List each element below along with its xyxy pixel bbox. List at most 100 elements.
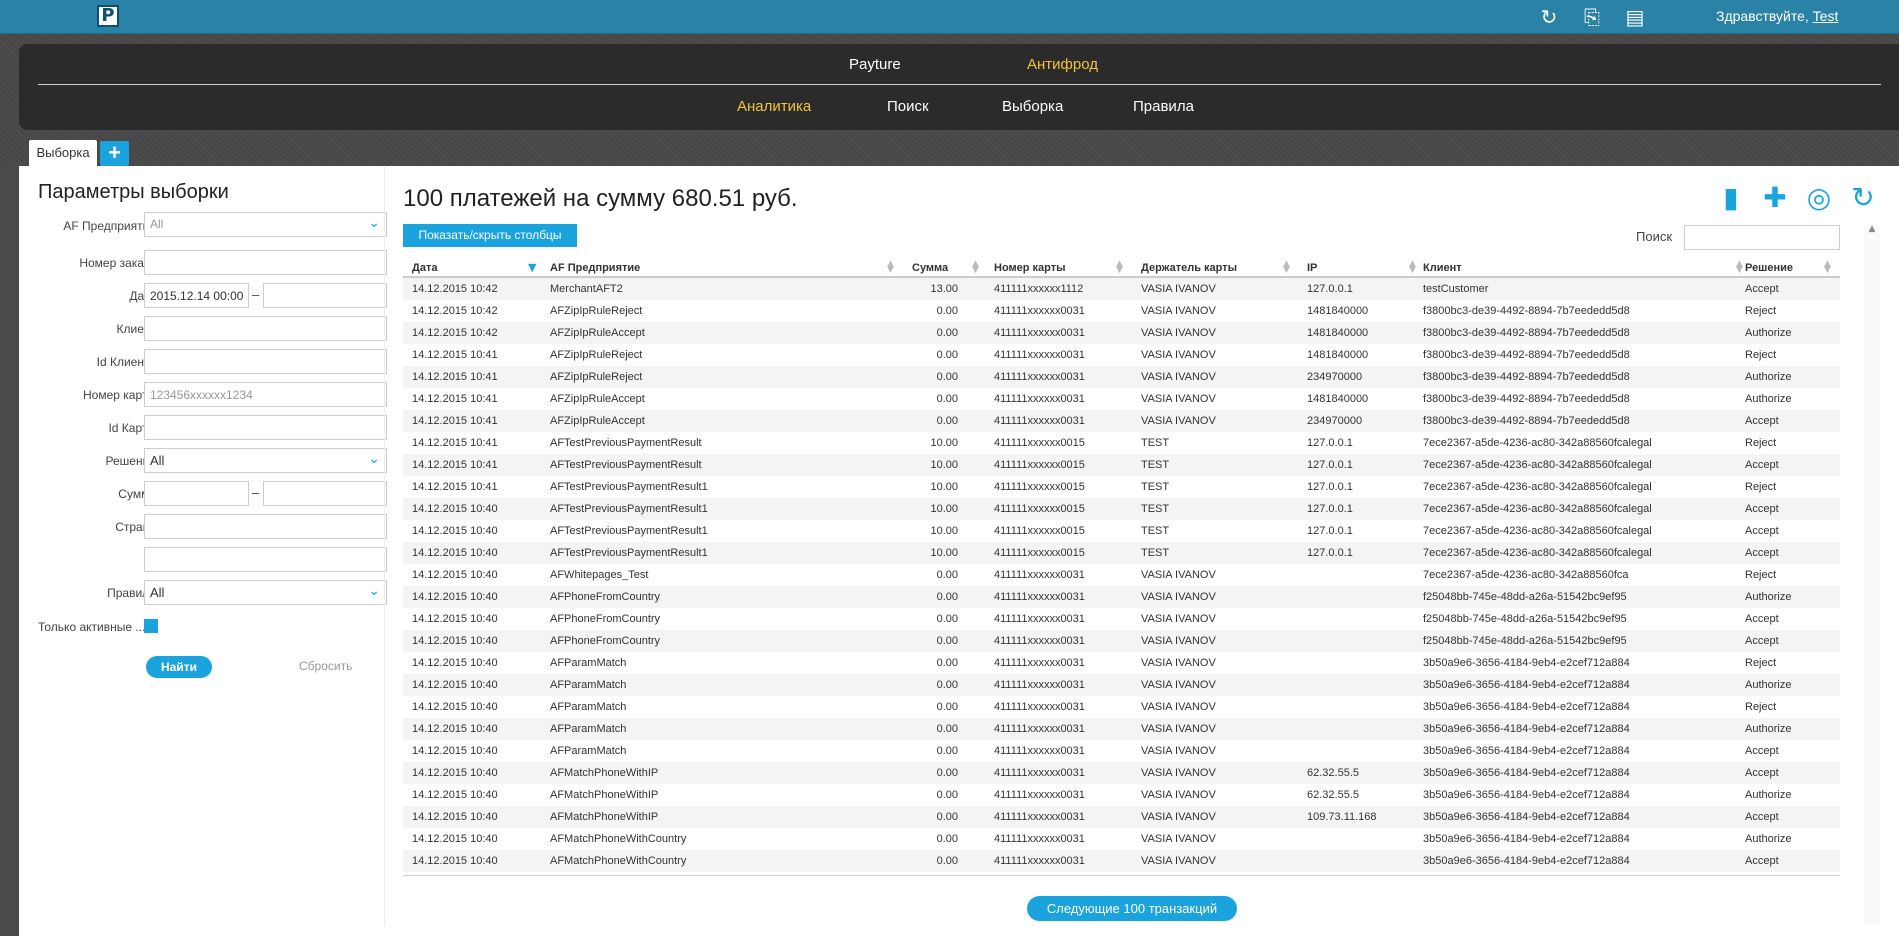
table-row[interactable]: 14.12.2015 10:41 AFTestPreviousPaymentRes… (403, 454, 1840, 476)
card-number-input[interactable]: 123456xxxxxx1234 (144, 382, 387, 407)
table-cell: 7ece2367-a5de-4236-ac80-342a88560fcalega… (1423, 503, 1652, 515)
table-row[interactable]: 14.12.2015 10:40 AFMatchPhoneWithCountry 0… (403, 850, 1840, 872)
table-row[interactable]: 14.12.2015 10:40 AFPhoneFromCountry 0.00 41… (403, 630, 1840, 652)
column-header[interactable]: IP (1307, 262, 1317, 274)
table-row[interactable]: 14.12.2015 10:40 AFParamMatch 0.00 411111xx… (403, 696, 1840, 718)
sort-icon[interactable]: ▲ ▼ (972, 260, 979, 275)
world-currency-icon[interactable]: ◎ (1802, 181, 1836, 215)
clipboard-icon[interactable]: ▤ (1623, 5, 1647, 29)
table-cell: MerchantAFT2 (550, 283, 623, 295)
table-cell: 411111xxxxxx0031 (994, 811, 1085, 823)
sort-icon[interactable]: ▲ ▼ (1409, 260, 1416, 275)
nav-payture[interactable]: Payture (849, 56, 901, 73)
table-row[interactable]: 14.12.2015 10:40 AFParamMatch 0.00 411111xx… (403, 718, 1840, 740)
country-input[interactable] (144, 514, 387, 539)
order-number-input[interactable] (144, 250, 387, 275)
page-scrollbar[interactable]: ▲ (1864, 224, 1880, 924)
table-row[interactable]: 14.12.2015 10:40 AFMatchPhoneWithIP 0.00 41… (403, 784, 1840, 806)
table-row[interactable]: 14.12.2015 10:40 AFPhoneFromCountry 0.00 41… (403, 586, 1840, 608)
table-row[interactable]: 14.12.2015 10:40 AFMatchPhoneWithIP 0.00 41… (403, 806, 1840, 828)
table-row[interactable]: 14.12.2015 10:41 AFZipIpRuleAccept 0.00 411… (403, 388, 1840, 410)
card-id-input[interactable] (144, 415, 387, 440)
table-cell: 14.12.2015 10:41 (412, 437, 498, 449)
table-row[interactable]: 14.12.2015 10:42 AFZipIpRuleReject 0.00 411… (403, 300, 1840, 322)
table-row[interactable]: 14.12.2015 10:40 AFTestPreviousPaymentRes… (403, 542, 1840, 564)
ip-input[interactable] (144, 547, 387, 572)
column-header[interactable]: Номер карты (994, 262, 1066, 274)
table-row[interactable]: 14.12.2015 10:42 AFZipIpRuleAccept 0.00 411… (403, 322, 1840, 344)
add-document-icon[interactable]: ⎘ (1580, 5, 1604, 29)
client-id-input[interactable] (144, 349, 387, 374)
table-row[interactable]: 14.12.2015 10:40 AFWhitepages_Test 0.00 411… (403, 564, 1840, 586)
table-row[interactable]: 14.12.2015 10:41 AFZipIpRuleReject 0.00 411… (403, 366, 1840, 388)
table-cell: 0.00 (936, 811, 958, 823)
column-header[interactable]: Клиент (1423, 262, 1462, 274)
table-row[interactable]: 14.12.2015 10:40 AFTestPreviousPaymentRes… (403, 520, 1840, 542)
sort-icon[interactable]: ▲ ▼ (1736, 260, 1743, 275)
table-row[interactable]: 14.12.2015 10:41 AFTestPreviousPaymentRes… (403, 432, 1840, 454)
table-cell: 7ece2367-a5de-4236-ac80-342a88560fca (1423, 569, 1629, 581)
column-header[interactable]: Дата (412, 262, 437, 274)
table-cell: VASIA IVANOV (1141, 657, 1216, 669)
nav-antifraud[interactable]: Антифрод (1027, 56, 1098, 73)
column-header[interactable]: AF Предприятие (550, 262, 640, 274)
scroll-up-icon[interactable]: ▲ (1864, 224, 1880, 234)
table-row[interactable]: 14.12.2015 10:41 AFZipIpRuleAccept 0.00 411… (403, 410, 1840, 432)
add-payment-icon[interactable]: ✚ (1758, 181, 1792, 215)
table-row[interactable]: 14.12.2015 10:40 AFParamMatch 0.00 411111xx… (403, 652, 1840, 674)
table-row[interactable]: 14.12.2015 10:40 AFParamMatch 0.00 411111xx… (403, 740, 1840, 762)
refresh-icon[interactable]: ↻ (1846, 181, 1880, 215)
table-row[interactable]: 14.12.2015 10:40 AFMatchPhoneWithCountry 0… (403, 828, 1840, 850)
table-cell: AFMatchPhoneWithCountry (550, 833, 687, 845)
table-cell: 14.12.2015 10:40 (412, 569, 498, 581)
table-cell: VASIA IVANOV (1141, 635, 1216, 647)
sort-icon[interactable]: ▲ ▼ (1283, 260, 1290, 275)
table-header: Дата ▼ AF Предприятие ▲ ▼ Сумма ▲ ▼ Номер … (403, 258, 1840, 278)
column-header[interactable]: Решение (1745, 262, 1793, 274)
toggle-columns-button[interactable]: Показать/скрыть столбцы (403, 224, 577, 247)
next-transactions-button[interactable]: Следующие 100 транзакций (1027, 896, 1237, 921)
nav-selection[interactable]: Выборка (1002, 98, 1063, 115)
table-row[interactable]: 14.12.2015 10:40 AFPhoneFromCountry 0.00 41… (403, 608, 1840, 630)
table-row[interactable]: 14.12.2015 10:41 AFZipIpRuleReject 0.00 411… (403, 344, 1840, 366)
search-input[interactable] (1684, 225, 1840, 250)
table-cell: 0.00 (936, 789, 958, 801)
sort-icon[interactable]: ▲ ▼ (1824, 260, 1831, 275)
find-button[interactable]: Найти (146, 656, 212, 678)
table-cell: f3800bc3-de39-4492-8894-7b7eededd5d8 (1423, 393, 1630, 405)
sort-icon[interactable]: ▲ ▼ (1116, 260, 1123, 275)
user-link[interactable]: Test (1813, 8, 1839, 24)
refresh-icon[interactable]: ↻ (1537, 5, 1561, 29)
table-cell: 10.00 (930, 547, 958, 559)
tab-selection[interactable]: Выборка (29, 140, 97, 166)
table-cell: 411111xxxxxx0031 (994, 679, 1085, 691)
table-cell: 127.0.0.1 (1307, 283, 1353, 295)
table-cell: Accept (1745, 547, 1779, 559)
table-row[interactable]: 14.12.2015 10:42 MerchantAFT2 13.00 411111x… (403, 278, 1840, 300)
table-row[interactable]: 14.12.2015 10:40 AFTestPreviousPaymentRes… (403, 498, 1840, 520)
bar-chart-icon[interactable]: ▮ (1714, 181, 1748, 215)
table-row[interactable]: 14.12.2015 10:40 AFParamMatch 0.00 411111xx… (403, 674, 1840, 696)
add-tab-button[interactable]: + (100, 141, 129, 166)
rule-select[interactable]: All ⌄ (144, 580, 387, 605)
logo[interactable]: P (97, 5, 119, 27)
column-header[interactable]: Сумма (912, 262, 948, 274)
date-from-input[interactable]: 2015.12.14 00:00 (144, 283, 249, 308)
amount-from-input[interactable] (144, 481, 249, 506)
nav-rules[interactable]: Правила (1133, 98, 1194, 115)
nav-search[interactable]: Поиск (887, 98, 929, 115)
sort-icon[interactable]: ▲ ▼ (887, 260, 894, 275)
only-active-checkbox[interactable] (144, 619, 158, 633)
sort-desc-icon[interactable]: ▼ (528, 262, 536, 273)
date-to-input[interactable] (263, 283, 387, 308)
decision-select[interactable]: All ⌄ (144, 448, 387, 473)
amount-to-input[interactable] (263, 481, 387, 506)
nav-analytics[interactable]: Аналитика (737, 98, 811, 115)
table-row[interactable]: 14.12.2015 10:40 AFMatchPhoneWithIP 0.00 41… (403, 762, 1840, 784)
column-header[interactable]: Держатель карты (1141, 262, 1237, 274)
table-cell: Accept (1745, 811, 1779, 823)
client-input[interactable] (144, 316, 387, 341)
af-merchant-select[interactable]: All ⌄ (144, 212, 387, 237)
table-row[interactable]: 14.12.2015 10:41 AFTestPreviousPaymentRes… (403, 476, 1840, 498)
reset-button[interactable]: Сбросить (299, 659, 352, 673)
